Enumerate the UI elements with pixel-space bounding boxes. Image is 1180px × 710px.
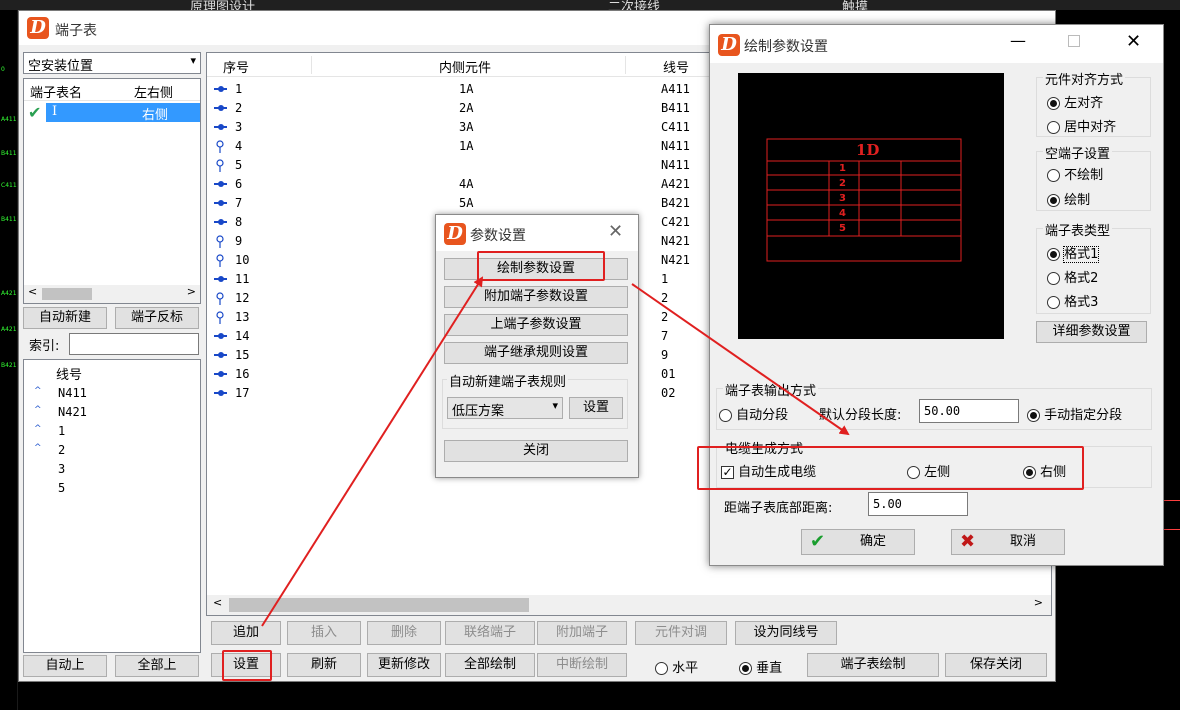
annotation-arrows [261, 276, 850, 627]
